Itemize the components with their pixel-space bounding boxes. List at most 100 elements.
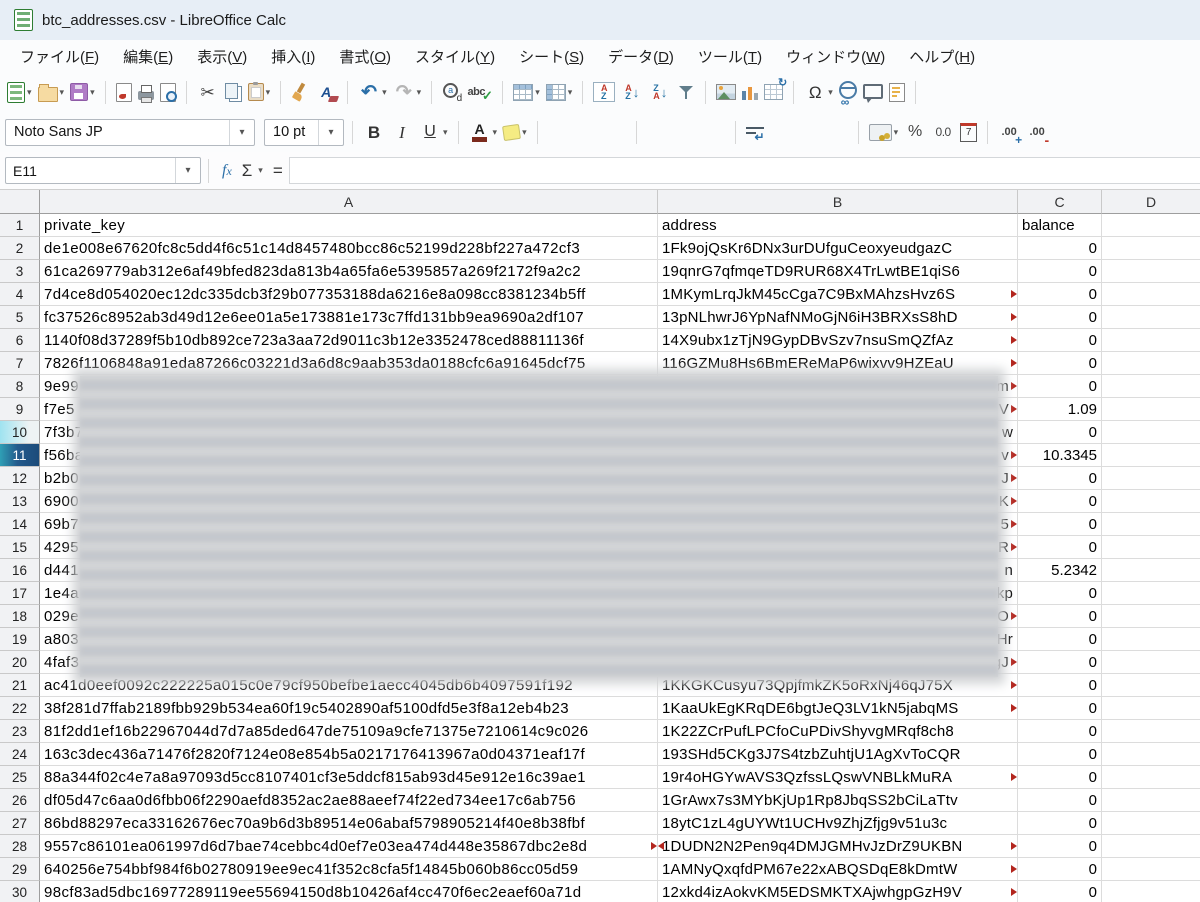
row-header-12[interactable]: 12 xyxy=(0,467,40,490)
cell-A11[interactable]: f56ba xyxy=(40,444,658,467)
cell-C2[interactable]: 0 xyxy=(1018,237,1102,260)
clear-formatting-button[interactable]: A xyxy=(313,78,339,106)
row-header-1[interactable]: 1 xyxy=(0,214,40,237)
cell-B30[interactable]: 12xkd4izAokvKM5EDSMKTXAjwhgpGzH9V xyxy=(658,881,1018,902)
cell-C29[interactable]: 0 xyxy=(1018,858,1102,881)
cell-A25[interactable]: 88a344f02c4e7a8a97093d5cc8107401cf3e5ddc… xyxy=(40,766,658,789)
cell-A19[interactable]: a803 xyxy=(40,628,658,651)
chevron-down-icon[interactable]: ▾ xyxy=(266,87,271,98)
cell-C21[interactable]: 0 xyxy=(1018,674,1102,697)
cell-A1[interactable]: private_key xyxy=(40,214,658,237)
row-header-2[interactable]: 2 xyxy=(0,237,40,260)
cell-B16[interactable]: n xyxy=(658,559,1018,582)
cell-C20[interactable]: 0 xyxy=(1018,651,1102,674)
special-character-button[interactable]: Ω▾ xyxy=(802,78,835,106)
chevron-down-icon[interactable]: ▾ xyxy=(229,120,254,145)
row-header-30[interactable]: 30 xyxy=(0,881,40,902)
hyperlink-button[interactable] xyxy=(837,82,859,102)
cell-D14[interactable] xyxy=(1102,513,1200,536)
cell-B13[interactable]: K xyxy=(658,490,1018,513)
cell-C18[interactable]: 0 xyxy=(1018,605,1102,628)
cell-A9[interactable]: f7e5 xyxy=(40,398,658,421)
number-format-button[interactable]: 0.0 xyxy=(930,118,956,146)
cell-B17[interactable]: kp xyxy=(658,582,1018,605)
cell-A29[interactable]: 640256e754bbf984f6b02780919ee9ec41f352c8… xyxy=(40,858,658,881)
cell-B8[interactable]: m xyxy=(658,375,1018,398)
cell-D28[interactable] xyxy=(1102,835,1200,858)
row-header-7[interactable]: 7 xyxy=(0,352,40,375)
cell-A22[interactable]: 38f281d7ffab2189fbb929b534ea60f19c540289… xyxy=(40,697,658,720)
cell-A26[interactable]: df05d47c6aa0d6fbb06f2290aefd8352ac2ae88a… xyxy=(40,789,658,812)
cell-B1[interactable]: address xyxy=(658,214,1018,237)
cell-C12[interactable]: 0 xyxy=(1018,467,1102,490)
cell-D22[interactable] xyxy=(1102,697,1200,720)
cell-A18[interactable]: 029e xyxy=(40,605,658,628)
cell-C28[interactable]: 0 xyxy=(1018,835,1102,858)
name-box[interactable]: E11 ▾ xyxy=(5,157,201,184)
cell-B24[interactable]: 193SHd5CKg3J7S4tzbZuhtjU1AgXvToCQR xyxy=(658,743,1018,766)
insert-image-button[interactable] xyxy=(714,81,738,103)
unmerge-cells-button[interactable] xyxy=(824,118,850,146)
cell-B12[interactable]: J xyxy=(658,467,1018,490)
chevron-down-icon[interactable]: ▾ xyxy=(318,120,343,145)
cell-C23[interactable]: 0 xyxy=(1018,720,1102,743)
cell-A21[interactable]: ac41d0eef0092c222225a015c0e79cf950befbe1… xyxy=(40,674,658,697)
row-header-11[interactable]: 11 xyxy=(0,444,40,467)
column-button[interactable]: ▾ xyxy=(544,81,575,104)
cell-B27[interactable]: 18ytC1zL4gUYWt1UCHv9ZhjZfjg9v51u3c xyxy=(658,812,1018,835)
cell-D2[interactable] xyxy=(1102,237,1200,260)
align-center-button[interactable] xyxy=(574,118,600,146)
wrap-text-button[interactable] xyxy=(744,123,766,142)
row-button[interactable]: ▾ xyxy=(511,81,542,104)
copy-button[interactable] xyxy=(223,80,244,105)
row-header-4[interactable]: 4 xyxy=(0,283,40,306)
cell-C17[interactable]: 0 xyxy=(1018,582,1102,605)
cell-B7[interactable]: 116GZMu8Hs6BmEReMaP6wixvv9HZEaU xyxy=(658,352,1018,375)
menu-item-H[interactable]: ヘルプ(H) xyxy=(897,42,987,71)
chevron-down-icon[interactable]: ▾ xyxy=(443,127,448,138)
cell-B6[interactable]: 14X9ubx1zTjN9GypDBvSzv7nsuSmQZfAz xyxy=(658,329,1018,352)
cell-D25[interactable] xyxy=(1102,766,1200,789)
delete-decimal-button[interactable]: .00 xyxy=(1024,118,1050,146)
currency-format-button[interactable]: ▾ xyxy=(867,121,901,144)
cell-B29[interactable]: 1AMNyQxqfdPM67e22xABQSDqE8kDmtW xyxy=(658,858,1018,881)
row-header-28[interactable]: 28 xyxy=(0,835,40,858)
chevron-down-icon[interactable]: ▾ xyxy=(535,87,540,98)
menu-item-Y[interactable]: スタイル(Y) xyxy=(403,42,507,71)
spelling-button[interactable]: abc✓ xyxy=(466,78,494,106)
row-header-21[interactable]: 21 xyxy=(0,674,40,697)
cell-A17[interactable]: 1e4a xyxy=(40,582,658,605)
cell-A7[interactable]: 7826f1106848a91eda87266c03221d3a6d8c9aab… xyxy=(40,352,658,375)
cell-B19[interactable]: Hr xyxy=(658,628,1018,651)
cell-D1[interactable] xyxy=(1102,214,1200,237)
column-header-C[interactable]: C xyxy=(1018,190,1102,214)
cell-C11[interactable]: 10.3345 xyxy=(1018,444,1102,467)
cell-C5[interactable]: 0 xyxy=(1018,306,1102,329)
cell-C26[interactable]: 0 xyxy=(1018,789,1102,812)
row-header-25[interactable]: 25 xyxy=(0,766,40,789)
row-header-24[interactable]: 24 xyxy=(0,743,40,766)
chevron-down-icon[interactable]: ▾ xyxy=(27,87,32,98)
center-vertically-button[interactable] xyxy=(673,118,699,146)
cell-A14[interactable]: 69b7 xyxy=(40,513,658,536)
cell-A16[interactable]: d441 xyxy=(40,559,658,582)
text-box-button[interactable] xyxy=(887,80,907,105)
row-header-27[interactable]: 27 xyxy=(0,812,40,835)
cell-D10[interactable] xyxy=(1102,421,1200,444)
cell-C13[interactable]: 0 xyxy=(1018,490,1102,513)
align-bottom-button[interactable] xyxy=(701,118,727,146)
cell-C1[interactable]: balance xyxy=(1018,214,1102,237)
cell-A28[interactable]: 9557c86101ea061997d6d7bae74cebbc4d0ef7e0… xyxy=(40,835,658,858)
cell-D21[interactable] xyxy=(1102,674,1200,697)
cell-D29[interactable] xyxy=(1102,858,1200,881)
menu-item-O[interactable]: 書式(O) xyxy=(327,42,403,71)
menu-item-E[interactable]: 編集(E) xyxy=(111,42,185,71)
highlight-color-button[interactable]: ▾ xyxy=(501,122,529,143)
redo-button[interactable]: ↷▾ xyxy=(391,78,424,106)
align-left-button[interactable] xyxy=(546,118,572,146)
row-header-8[interactable]: 8 xyxy=(0,375,40,398)
cell-C15[interactable]: 0 xyxy=(1018,536,1102,559)
chevron-down-icon[interactable]: ▾ xyxy=(493,127,498,138)
row-header-5[interactable]: 5 xyxy=(0,306,40,329)
cell-A23[interactable]: 81f2dd1ef16b22967044d7d7a85ded647de75109… xyxy=(40,720,658,743)
